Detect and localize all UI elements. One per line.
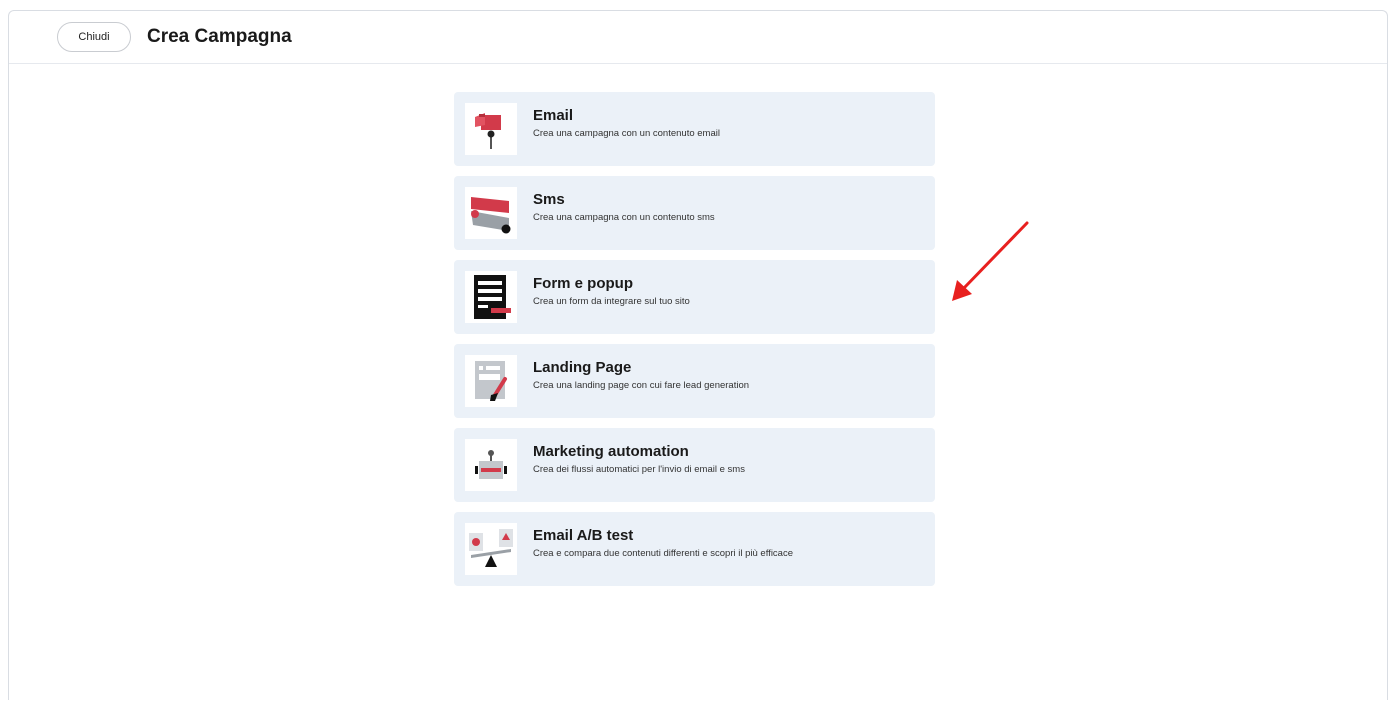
option-title: Form e popup (533, 274, 633, 292)
option-marketing-automation[interactable]: Marketing automation Crea dei flussi aut… (454, 428, 935, 502)
ab-test-icon (465, 523, 517, 575)
option-description: Crea una landing page con cui fare lead … (533, 379, 750, 391)
option-title: Marketing automation (533, 442, 689, 460)
option-title: Email A/B test (533, 526, 634, 544)
annotation-arrow (952, 221, 1029, 301)
close-button[interactable]: Chiudi (57, 22, 131, 52)
option-description: Crea una campagna con un contenuto sms (533, 211, 715, 223)
sms-icon (465, 187, 517, 239)
form-icon (465, 271, 517, 323)
option-form-popup[interactable]: Form e popup Crea un form da integrare s… (454, 260, 935, 334)
option-title: Landing Page (533, 358, 632, 376)
option-landing-page[interactable]: Landing Page Crea una landing page con c… (454, 344, 935, 418)
robot-icon (465, 439, 517, 491)
mailbox-icon (465, 103, 517, 155)
option-description: Crea una campagna con un contenuto email (533, 127, 720, 139)
header: Chiudi Crea Campagna (9, 11, 1387, 64)
option-sms[interactable]: Sms Crea una campagna con un contenuto s… (454, 176, 935, 250)
option-email[interactable]: Email Crea una campagna con un contenuto… (454, 92, 935, 166)
campaign-type-list: Email Crea una campagna con un contenuto… (454, 92, 935, 596)
page-title: Crea Campagna (147, 26, 292, 47)
option-title: Sms (533, 190, 565, 208)
option-ab-test[interactable]: Email A/B test Crea e compara due conten… (454, 512, 935, 586)
option-description: Crea un form da integrare sul tuo sito (533, 295, 690, 307)
landing-page-icon (465, 355, 517, 407)
option-title: Email (533, 106, 574, 124)
option-description: Crea dei flussi automatici per l'invio d… (533, 463, 745, 475)
option-description: Crea e compara due contenuti differenti … (533, 547, 793, 559)
